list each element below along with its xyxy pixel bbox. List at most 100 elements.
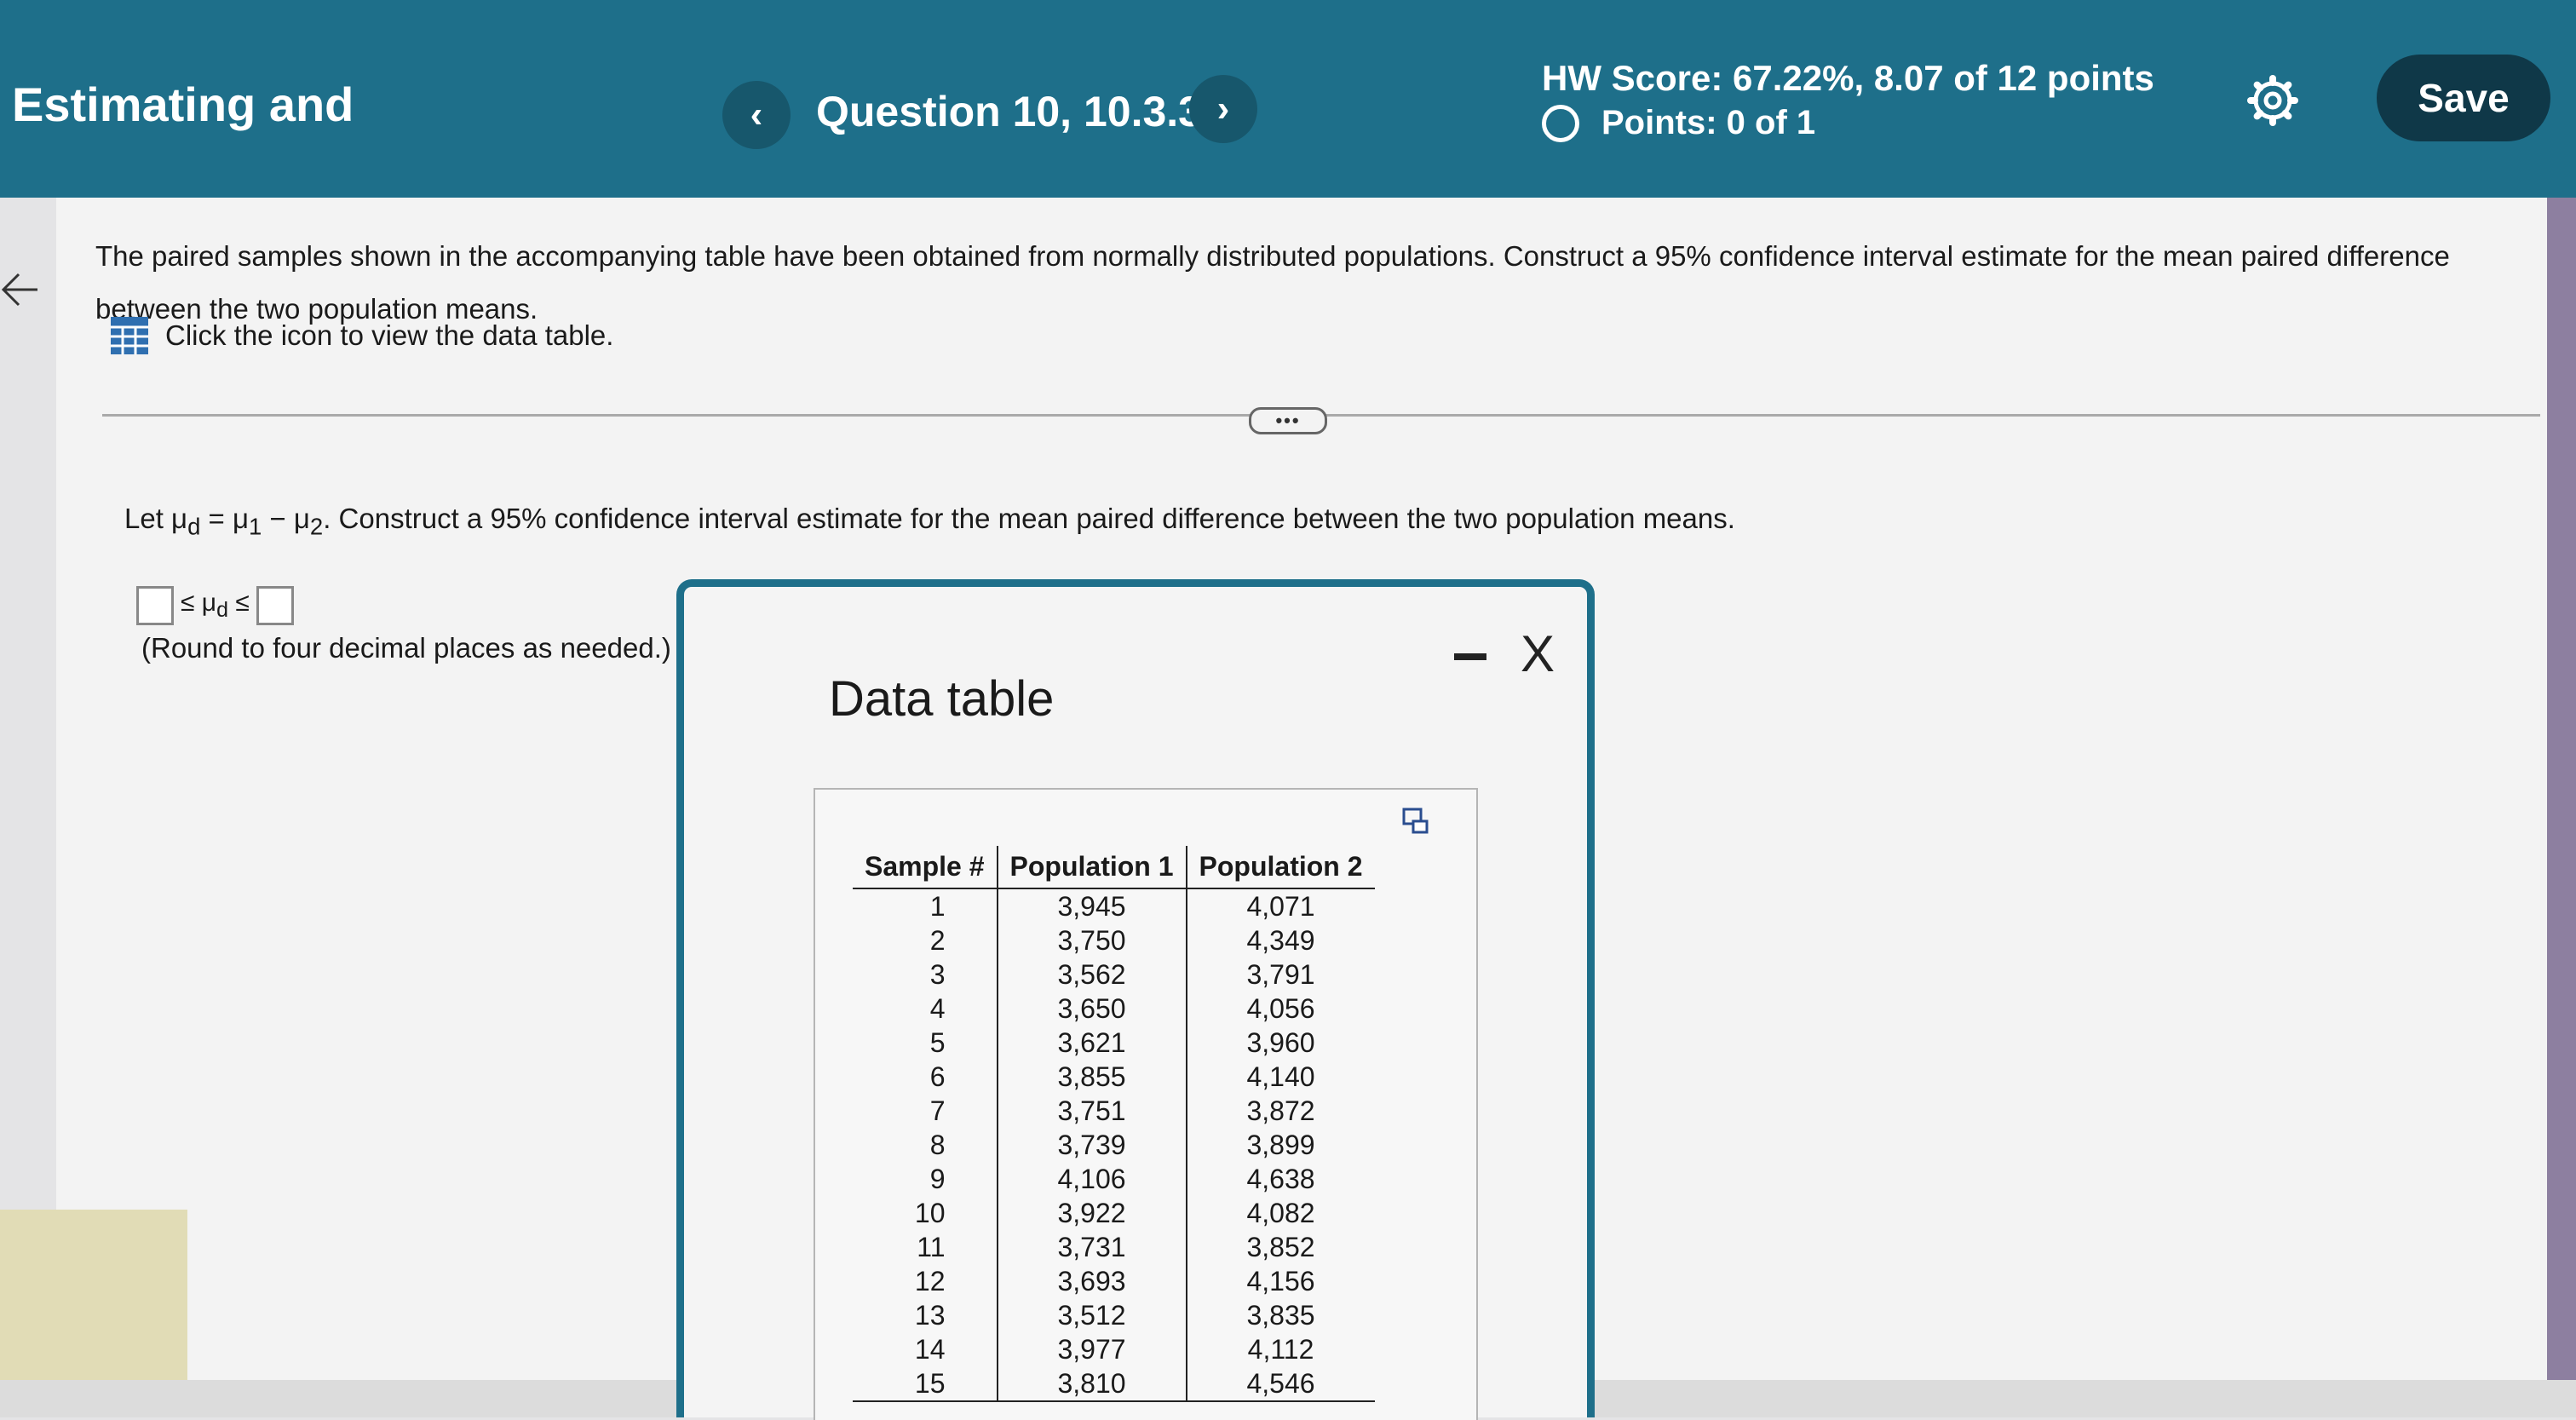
close-button[interactable]: X [1521, 624, 1555, 683]
settings-button[interactable] [2245, 73, 2300, 128]
table-cell: 4,546 [1185, 1366, 1375, 1402]
table-cell: 3,739 [996, 1128, 1187, 1162]
table-cell: 3,751 [996, 1094, 1187, 1128]
column-header: Sample # [853, 846, 998, 889]
table-cell: 15 [853, 1366, 998, 1402]
table-cell: 3,960 [1185, 1026, 1375, 1060]
table-cell: 3,810 [996, 1366, 1187, 1402]
table-cell: 3,855 [996, 1060, 1187, 1094]
header-bar: Estimating and ‹ Question 10, 10.3.37 › … [0, 0, 2576, 198]
table-row: 6 3,855 4,140 [853, 1060, 1375, 1094]
data-table: Sample # Population 1 Population 2 1 3,94… [853, 846, 1375, 1402]
instruction-text: Let μd = μ1 − μ2. Construct a 95% confid… [124, 503, 1735, 541]
table-row: 13 3,512 3,835 [853, 1298, 1375, 1332]
arrow-left-icon [1, 273, 37, 307]
table-cell: 3,562 [996, 957, 1187, 992]
assignment-title: Estimating and [12, 78, 354, 131]
table-cell: 3,621 [996, 1026, 1187, 1060]
table-row: 11 3,731 3,852 [853, 1230, 1375, 1264]
answer-row: ≤ μd ≤ [136, 586, 294, 625]
instruction-eq: = μ [200, 503, 249, 534]
table-cell: 2 [929, 925, 946, 956]
table-row: 9 4,106 4,638 [853, 1162, 1375, 1196]
subscript-2: 2 [309, 513, 324, 540]
points-row: Points: 0 of 1 [1542, 104, 1815, 142]
answer-inequality: ≤ μd ≤ [181, 589, 250, 623]
table-cell: 4,638 [1185, 1162, 1375, 1196]
table-cell: 3,693 [996, 1264, 1187, 1298]
copy-icon[interactable] [1401, 807, 1430, 836]
answer-subscript-d: d [216, 598, 228, 622]
instruction-prefix: Let μ [124, 503, 188, 534]
table-cell: 4,106 [996, 1162, 1187, 1196]
table-cell: 3 [929, 959, 946, 990]
table-cell: 6 [929, 1061, 946, 1092]
upper-bound-input[interactable] [256, 586, 294, 625]
table-cell: 4,140 [1185, 1060, 1375, 1094]
expand-more-button[interactable]: ••• [1249, 407, 1327, 434]
table-cell: 8 [929, 1130, 946, 1160]
table-cell: 4,056 [1185, 992, 1375, 1026]
table-cell: 4,349 [1185, 923, 1375, 957]
previous-question-button[interactable]: ‹ [722, 81, 791, 149]
table-cell: 11 [917, 1232, 946, 1262]
data-table-link-label[interactable]: Click the icon to view the data table. [165, 319, 613, 352]
table-cell: 3,512 [996, 1298, 1187, 1332]
table-header-row: Sample # Population 1 Population 2 [853, 846, 1375, 889]
table-row: 12 3,693 4,156 [853, 1264, 1375, 1298]
table-row: 1 3,945 4,071 [853, 888, 1375, 923]
table-cell: 4 [929, 993, 946, 1024]
table-cell: 3,945 [996, 888, 1187, 923]
gear-icon [2247, 75, 2298, 126]
lower-bound-input[interactable] [136, 586, 174, 625]
chevron-left-icon: ‹ [750, 94, 763, 135]
table-cell: 3,750 [996, 923, 1187, 957]
table-row: 2 3,750 4,349 [853, 923, 1375, 957]
table-row: 5 3,621 3,960 [853, 1026, 1375, 1060]
data-table-dialog: Data table X Sample # Population 1 Popul… [676, 579, 1595, 1420]
table-cell: 3,977 [996, 1332, 1187, 1366]
table-cell: 3,731 [996, 1230, 1187, 1264]
answer-end-text: ≤ [228, 589, 250, 617]
table-cell: 13 [914, 1300, 946, 1331]
next-question-button[interactable]: › [1189, 75, 1257, 143]
question-label: Question 10, 10.3.37 [816, 88, 1226, 135]
column-header: Population 2 [1185, 846, 1375, 889]
table-cell: 4,071 [1185, 888, 1375, 923]
table-row: 4 3,650 4,056 [853, 992, 1375, 1026]
table-row: 8 3,739 3,899 [853, 1128, 1375, 1162]
table-row: 14 3,977 4,112 [853, 1332, 1375, 1366]
subscript-1: 1 [248, 513, 262, 540]
table-cell: 4,156 [1185, 1264, 1375, 1298]
instruction-minus: − μ [262, 503, 310, 534]
background-highlight [0, 1210, 187, 1380]
points-label: Points: 0 of 1 [1601, 104, 1816, 141]
table-cell: 14 [914, 1334, 946, 1365]
data-table-link[interactable]: Click the icon to view the data table. [109, 315, 613, 356]
table-cell: 3,922 [996, 1196, 1187, 1230]
table-cell: 12 [914, 1266, 946, 1296]
back-button[interactable] [0, 264, 39, 315]
data-table-frame: Sample # Population 1 Population 2 1 3,94… [814, 788, 1478, 1420]
table-row: 7 3,751 3,872 [853, 1094, 1375, 1128]
subscript-d: d [187, 513, 201, 540]
table-cell: 3,872 [1185, 1094, 1375, 1128]
table-cell: 7 [929, 1095, 946, 1126]
table-cell: 3,899 [1185, 1128, 1375, 1162]
table-cell: 4,082 [1185, 1196, 1375, 1230]
answer-mid-text: ≤ μ [181, 589, 217, 617]
save-button[interactable]: Save [2377, 55, 2550, 141]
table-cell: 1 [929, 891, 946, 922]
table-cell: 3,835 [1185, 1298, 1375, 1332]
table-grid-icon[interactable] [109, 315, 150, 356]
minimize-icon[interactable] [1454, 653, 1486, 660]
table-cell: 4,112 [1185, 1332, 1375, 1366]
table-cell: 3,852 [1185, 1230, 1375, 1264]
rounding-note: (Round to four decimal places as needed.… [141, 632, 671, 664]
dialog-title: Data table [829, 671, 1055, 727]
table-cell: 10 [914, 1198, 946, 1228]
background-edge [2547, 198, 2576, 1417]
table-cell: 9 [929, 1164, 946, 1194]
table-cell: 5 [929, 1027, 946, 1058]
table-row: 3 3,562 3,791 [853, 957, 1375, 992]
